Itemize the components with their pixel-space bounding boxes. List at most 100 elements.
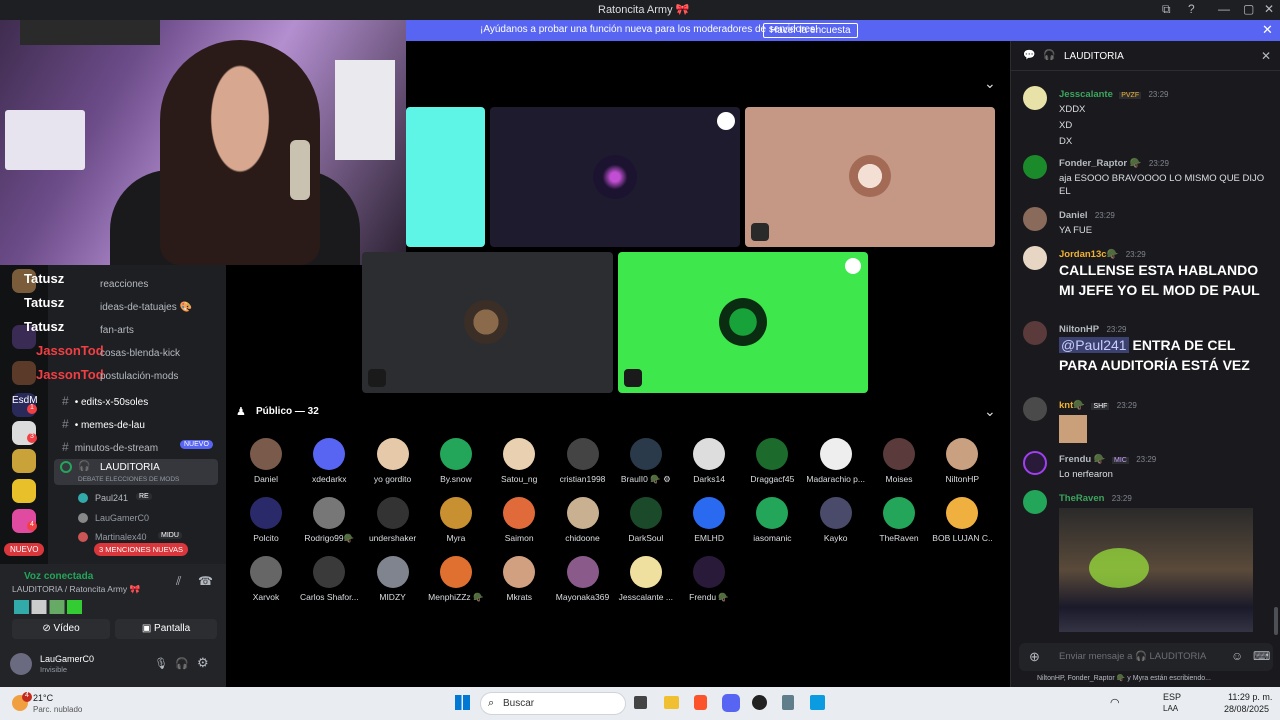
collapse-audience-icon[interactable]: ⌄ — [984, 403, 996, 420]
audience-member[interactable]: Satou_ng — [489, 438, 549, 484]
channel-reacciones[interactable]: reacciones — [100, 279, 148, 290]
video-tile-3[interactable] — [745, 107, 995, 247]
channel-minutos-de-stream[interactable]: # minutos-de-stream NUEVO — [62, 440, 213, 454]
avatar[interactable] — [1023, 207, 1047, 231]
audience-member[interactable]: undershaker — [363, 497, 423, 543]
message-input[interactable]: ⊕ Enviar mensaje a 🎧 LAUDITORIA ☺ ⌨ — [1019, 643, 1273, 671]
avatar[interactable] — [1023, 321, 1047, 345]
server-icon[interactable] — [12, 479, 36, 503]
mention[interactable]: @Paul241 — [1059, 337, 1129, 353]
audience-member[interactable]: Myra — [426, 497, 486, 543]
language-code[interactable]: ESP — [1163, 692, 1181, 702]
audience-member[interactable]: Rodrigo99🪖 — [299, 497, 359, 544]
channel-memes-de-lau[interactable]: # • memes-de-lau — [62, 417, 145, 431]
settings-icon[interactable] — [717, 112, 735, 130]
message-author[interactable]: NiltonHP — [1059, 324, 1099, 335]
message-author[interactable]: TheRaven — [1059, 493, 1104, 504]
avatar[interactable] — [1023, 397, 1047, 421]
close-window-button[interactable]: ✕ — [1264, 2, 1274, 16]
embedded-gif[interactable] — [1059, 508, 1253, 632]
gamepad-icon[interactable]: ⌨ — [1253, 649, 1270, 663]
message-author[interactable]: knt🪖 — [1059, 400, 1085, 411]
audience-member[interactable]: EMLHD — [679, 497, 739, 543]
taskbar-search[interactable]: ⌕ Buscar — [480, 692, 626, 715]
server-icon[interactable] — [12, 449, 36, 473]
disconnect-icon[interactable]: ☎ — [198, 574, 213, 588]
discord-icon[interactable] — [722, 694, 740, 712]
audience-member[interactable]: Madarachio p... — [806, 438, 866, 484]
voice-status-channel[interactable]: LAUDITORIA / Ratoncita Army 🎀 — [12, 584, 140, 595]
calculator-icon[interactable] — [782, 695, 794, 710]
close-chat-icon[interactable]: ✕ — [1261, 49, 1271, 63]
video-tile-2[interactable] — [490, 107, 740, 247]
maximize-button[interactable]: ▢ — [1243, 2, 1254, 16]
add-attachment-icon[interactable]: ⊕ — [1029, 649, 1040, 665]
audience-member[interactable]: Xarvok — [236, 556, 296, 602]
avatar[interactable] — [1023, 86, 1047, 110]
gear-icon[interactable]: ⚙ — [197, 655, 209, 671]
avatar[interactable] — [1023, 451, 1047, 475]
voice-member[interactable]: Martinalex40 — [95, 532, 147, 542]
mentions-pill[interactable]: 3 MENCIONES NUEVAS — [94, 543, 189, 556]
message-author[interactable]: Jesscalante — [1059, 89, 1113, 100]
video-button[interactable]: ⊘ Vídeo — [12, 619, 110, 639]
avatar[interactable] — [1023, 246, 1047, 270]
message-author[interactable]: Fonder_Raptor 🪖 — [1059, 158, 1142, 169]
chat-scrollbar[interactable] — [1274, 607, 1278, 635]
audience-member[interactable]: DarkSoul — [616, 497, 676, 543]
close-banner-icon[interactable]: ✕ — [1262, 22, 1273, 38]
voice-channel-lauditoria[interactable]: 🎧 LAUDITORIA DEBATE ELECCIONES DE MODS — [54, 459, 218, 485]
audience-member[interactable]: MenphiZZz 🪖 — [426, 556, 486, 603]
audience-member[interactable]: Moises — [869, 438, 929, 484]
collapse-stage-icon[interactable]: ⌄ — [984, 75, 996, 92]
audience-member[interactable]: xdedarkx — [299, 438, 359, 484]
audience-member[interactable]: BraulI0 🪖 ⚙ — [616, 438, 676, 485]
help-icon[interactable]: ? — [1188, 2, 1195, 16]
audience-member[interactable]: Mayonaka369 — [553, 556, 613, 602]
message-author[interactable]: Daniel — [1059, 210, 1088, 221]
video-tile-5[interactable] — [618, 252, 868, 393]
settings-icon[interactable] — [845, 258, 861, 274]
file-explorer-icon[interactable] — [664, 696, 679, 709]
audience-member[interactable]: Daniel — [236, 438, 296, 484]
voice-member[interactable]: LauGamerC0 — [95, 513, 149, 523]
audience-member[interactable]: MIDZY — [363, 556, 423, 602]
message-author[interactable]: Frendu 🪖 — [1059, 454, 1106, 465]
audience-member[interactable]: Frendu 🪖 — [679, 556, 739, 603]
survey-button[interactable]: Hacer la encuesta — [763, 23, 858, 38]
sticker-image[interactable] — [1059, 415, 1087, 443]
headset-icon[interactable]: 🎧 — [175, 657, 189, 670]
audience-member[interactable]: Draggacf45 — [742, 438, 802, 484]
inbox-icon[interactable]: ⧉ — [1162, 2, 1171, 17]
audience-member[interactable]: BOB LUJAN C... — [932, 497, 992, 543]
audience-member[interactable]: chidoone — [553, 497, 613, 543]
minimize-button[interactable]: — — [1218, 2, 1230, 16]
video-tile-1[interactable] — [406, 107, 485, 247]
clock-time[interactable]: 11:29 p. m. — [1228, 692, 1272, 702]
emoji-icon[interactable]: ☺ — [1231, 649, 1243, 663]
avatar[interactable] — [1023, 155, 1047, 179]
obs-icon[interactable] — [752, 695, 767, 710]
audience-member[interactable]: Polcito — [236, 497, 296, 543]
channel-fan-arts[interactable]: fan-arts — [100, 325, 134, 336]
new-pill[interactable]: NUEVO — [4, 543, 45, 556]
audience-member[interactable]: TheRaven — [869, 497, 929, 543]
channel-cosas-blenda-kick[interactable]: cosas-blenda-kick — [100, 348, 180, 359]
user-avatar[interactable] — [10, 653, 32, 675]
audience-member[interactable]: By.snow — [426, 438, 486, 484]
avatar[interactable] — [1023, 490, 1047, 514]
video-tile-4[interactable] — [362, 252, 613, 393]
brave-icon[interactable] — [694, 695, 707, 710]
app-icon[interactable] — [810, 695, 825, 710]
screen-share-button[interactable]: ▣ Pantalla — [115, 619, 217, 639]
audience-member[interactable]: iasomanic — [742, 497, 802, 543]
channel-postulacion-mods[interactable]: postulación-mods — [100, 371, 178, 382]
channel-edits-x-50soles[interactable]: # • edits-x-50soles — [62, 394, 148, 408]
audience-member[interactable]: Darks14 — [679, 438, 739, 484]
audience-member[interactable]: Saimon — [489, 497, 549, 543]
audience-member[interactable]: cristian1998 — [553, 438, 613, 484]
task-view-icon[interactable] — [634, 696, 647, 709]
audience-member[interactable]: Kayko — [806, 497, 866, 543]
channel-ideas-de-tatuajes[interactable]: ideas-de-tatuajes 🎨 — [100, 302, 192, 313]
windows-start-icon[interactable] — [455, 695, 470, 710]
